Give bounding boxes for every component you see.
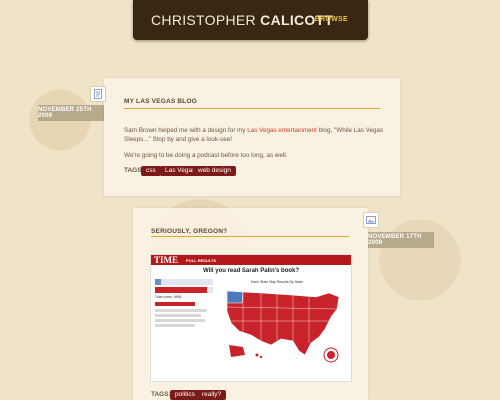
tag-politics[interactable]: politics	[170, 390, 200, 400]
site-title[interactable]: CHRISTOPHER CALICOTT	[151, 12, 333, 28]
oregon-region	[226, 290, 244, 304]
time-poll-image[interactable]: TIME POLL RESULTS Will you read Sarah Pa…	[150, 254, 352, 382]
las-vegas-entertainment-link[interactable]: Las Vegas entertainment	[247, 127, 317, 134]
no-bar	[155, 287, 213, 293]
tag-really[interactable]: really?	[197, 390, 227, 400]
related-link	[155, 314, 201, 317]
time-banner	[151, 255, 351, 265]
related-link	[155, 324, 195, 327]
post-title[interactable]: MY LAS VEGAS BLOG	[124, 98, 197, 105]
post-date: NOVEMBER 17TH 2009	[368, 232, 434, 248]
site-title-first: CHRISTOPHER	[151, 12, 256, 28]
related-link	[155, 319, 205, 322]
post-body-paragraph: We're going to be doing a podcast before…	[124, 152, 288, 159]
image-icon	[363, 212, 379, 228]
vote-button	[155, 302, 195, 306]
post-date: NOVEMBER 25TH 2009	[38, 105, 104, 121]
tags-label: TAGS:	[151, 391, 171, 398]
tag-css[interactable]: css	[141, 166, 161, 176]
yes-bar	[155, 279, 213, 285]
related-link	[155, 309, 207, 312]
total-votes: Total votes: 9848	[155, 295, 182, 299]
tag-web-design[interactable]: web design	[193, 166, 236, 176]
browse-link[interactable]: BROWSE	[315, 16, 348, 23]
poll-results-label: POLL RESULTS	[186, 258, 217, 263]
blog-post: MY LAS VEGAS BLOG Sam Brown helped me wi…	[104, 78, 400, 196]
poll-seal	[323, 347, 339, 363]
us-map	[226, 290, 340, 363]
time-logo: TIME	[154, 255, 179, 265]
post-title[interactable]: SERIOUSLY, OREGON?	[151, 228, 227, 235]
post-body: Sam Brown helped me with a design for my…	[124, 127, 384, 143]
title-divider	[124, 108, 380, 109]
poll-bars: Total votes: 9848	[155, 279, 213, 327]
map-title: Each State Map Results By State	[251, 280, 303, 284]
title-divider	[151, 236, 349, 237]
poll-question: Will you read Sarah Palin's book?	[202, 268, 300, 274]
document-icon	[90, 86, 106, 102]
site-header: CHRISTOPHER CALICOTT BROWSE	[133, 0, 368, 40]
